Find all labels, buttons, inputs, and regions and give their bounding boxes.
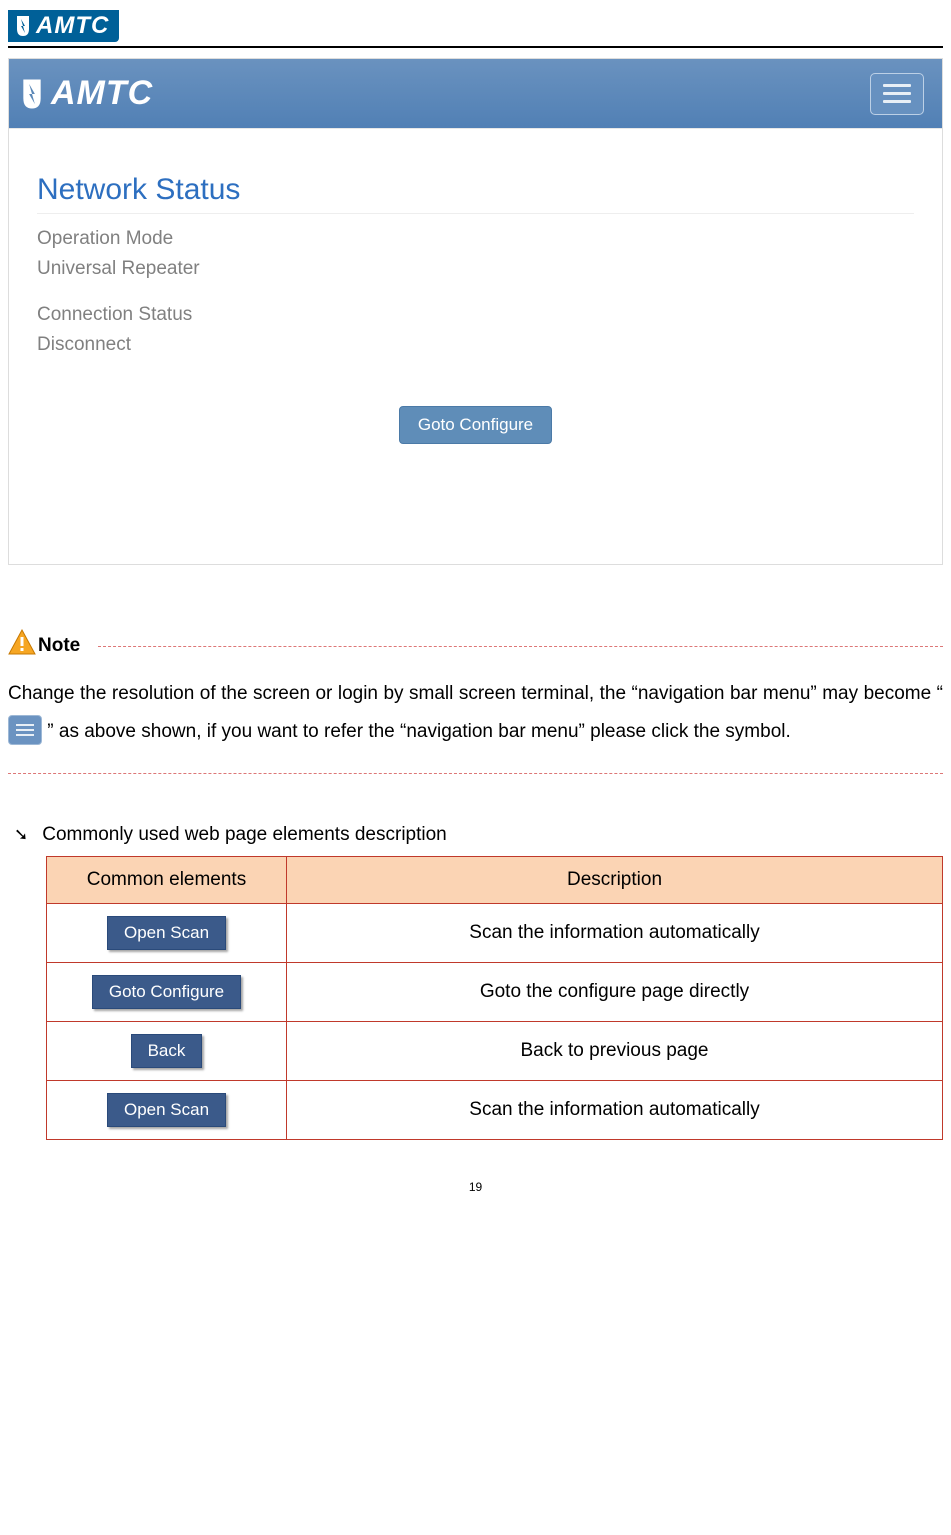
elements-table: Common elements Description Open Scan Sc… [46,856,943,1140]
row-desc: Goto the configure page directly [287,963,943,1022]
dashed-divider [98,646,943,647]
app-header: AMTC [9,59,942,129]
col-common-elements: Common elements [47,857,287,904]
note-heading-row: Note [8,625,943,657]
table-row: Open Scan Scan the information automatic… [47,904,943,963]
app-body: Network Status Operation Mode Universal … [9,129,942,564]
arrow-down-right-icon: ➘ [14,825,28,845]
back-button[interactable]: Back [131,1034,203,1068]
note-text-part2: ” as above shown, if you want to refer t… [47,721,791,742]
table-row: Goto Configure Goto the configure page d… [47,963,943,1022]
app-screenshot: AMTC Network Status Operation Mode Unive… [8,58,943,565]
note-text-part1: Change the resolution of the screen or l… [8,683,943,704]
brand-logo: AMTC [8,10,119,42]
app-brand-text: AMTC [51,74,153,113]
row-desc: Back to previous page [287,1022,943,1081]
app-logo: AMTC [19,74,153,113]
warning-icon [8,629,36,655]
dashed-divider-full [8,773,943,774]
connection-status-value: Disconnect [37,334,914,356]
hamburger-menu-icon[interactable] [870,73,924,115]
brand-icon [14,15,32,37]
operation-mode-value: Universal Repeater [37,258,914,280]
section-title: Network Status [37,173,914,214]
row-desc: Scan the information automatically [287,1081,943,1140]
col-description: Description [287,857,943,904]
inline-hamburger-icon [8,715,42,745]
operation-mode-label: Operation Mode [37,228,914,250]
table-row: Open Scan Scan the information automatic… [47,1081,943,1140]
row-desc: Scan the information automatically [287,904,943,963]
brand-text: AMTC [36,12,109,40]
open-scan-button[interactable]: Open Scan [107,916,226,950]
elements-heading-text: Commonly used web page elements descript… [42,824,447,846]
open-scan-button[interactable]: Open Scan [107,1093,226,1127]
goto-configure-button[interactable]: Goto Configure [92,975,241,1009]
note-label: Note [38,635,80,657]
table-row: Back Back to previous page [47,1022,943,1081]
document-header: AMTC [8,10,943,48]
goto-configure-button[interactable]: Goto Configure [399,406,552,444]
app-brand-icon [19,78,45,110]
table-header-row: Common elements Description [47,857,943,904]
connection-status-label: Connection Status [37,304,914,326]
elements-heading: ➘ Commonly used web page elements descri… [14,824,943,846]
page-number: 19 [8,1180,943,1194]
note-text: Change the resolution of the screen or l… [8,675,943,751]
